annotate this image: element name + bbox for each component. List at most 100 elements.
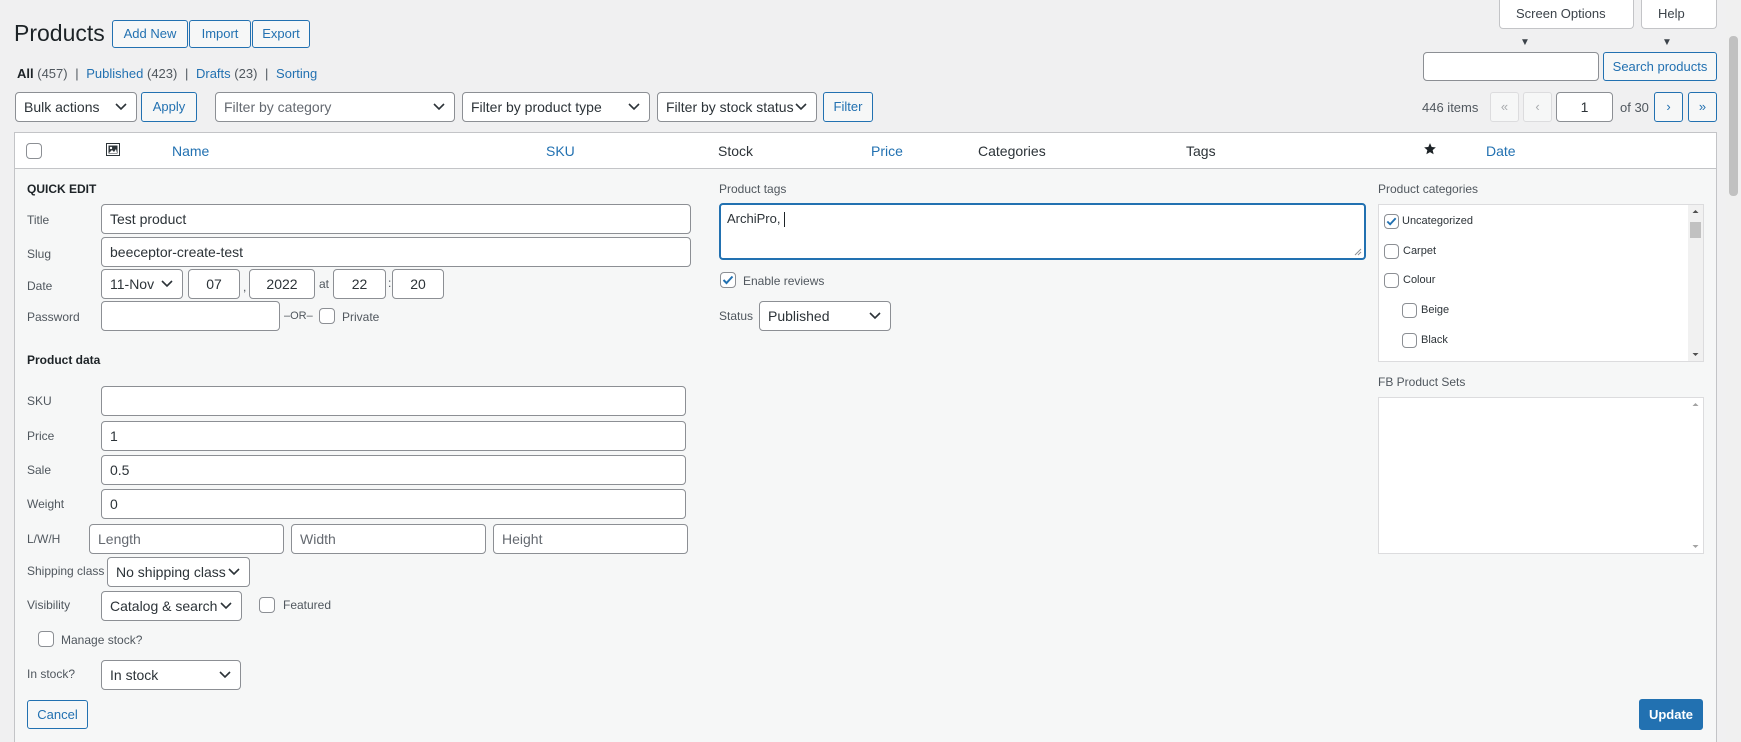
column-date[interactable]: Date [1486, 143, 1516, 159]
separator: | [184, 66, 189, 81]
select-all-checkbox[interactable] [26, 143, 42, 159]
hour-input[interactable]: 22 [333, 269, 386, 299]
shipping-class-label: Shipping class [27, 564, 105, 578]
current-page-input[interactable]: 1 [1556, 92, 1613, 122]
day-input[interactable]: 07 [188, 269, 240, 299]
column-name[interactable]: Name [172, 143, 209, 159]
month-select[interactable]: 11-Nov [101, 269, 183, 299]
chevron-down-icon [220, 592, 234, 620]
shipping-class-select[interactable]: No shipping class [107, 557, 250, 587]
view-published[interactable]: Published (423) [86, 66, 177, 81]
year-input[interactable]: 2022 [249, 269, 315, 299]
enable-reviews-label: Enable reviews [743, 274, 825, 288]
length-input[interactable]: Length [89, 524, 284, 554]
cancel-button[interactable]: Cancel [27, 700, 88, 729]
chevron-down-icon [628, 93, 642, 121]
title-label: Title [27, 213, 50, 227]
category-label-colour: Colour [1403, 274, 1436, 286]
chevron-down-icon [228, 558, 242, 586]
screen-options-button[interactable]: Screen Options ▼ [1499, 0, 1634, 48]
title-input[interactable]: Test product [101, 204, 691, 234]
scrollbar-thumb[interactable] [1690, 222, 1701, 238]
sku-input[interactable] [101, 386, 686, 416]
page-scrollbar-thumb[interactable] [1729, 36, 1738, 196]
scroll-down-arrow-icon[interactable] [1688, 349, 1703, 361]
view-sorting[interactable]: Sorting [276, 66, 317, 81]
column-sku[interactable]: SKU [546, 143, 575, 159]
bulk-actions-select[interactable]: Bulk actions [15, 92, 137, 122]
weight-input[interactable]: 0 [101, 489, 686, 519]
search-input[interactable] [1423, 52, 1599, 81]
column-price[interactable]: Price [871, 143, 903, 159]
manage-stock-label: Manage stock? [61, 633, 143, 647]
filter-product-type-select[interactable]: Filter by product type [462, 92, 650, 122]
update-button[interactable]: Update [1639, 699, 1703, 730]
price-input[interactable]: 1 [101, 421, 686, 451]
scroll-up-arrow-icon[interactable] [1688, 398, 1703, 410]
image-icon [106, 143, 120, 159]
password-input[interactable] [101, 301, 280, 331]
last-page-button[interactable]: » [1688, 92, 1717, 122]
chevron-down-icon [219, 661, 233, 689]
first-page-button: « [1490, 92, 1519, 122]
categories-scrollbar[interactable] [1688, 205, 1703, 361]
visibility-select[interactable]: Catalog & search [101, 591, 242, 621]
enable-reviews-checkbox[interactable] [720, 272, 736, 288]
sale-input[interactable]: 0.5 [101, 455, 686, 485]
search-products-button[interactable]: Search products [1603, 52, 1717, 81]
total-pages: of 30 [1620, 100, 1649, 115]
export-button[interactable]: Export [252, 20, 310, 48]
status-label: Status [719, 309, 754, 323]
stock-status-select[interactable]: In stock [101, 660, 241, 690]
category-checkbox-carpet[interactable] [1384, 244, 1399, 259]
scroll-up-arrow-icon[interactable] [1688, 205, 1703, 217]
view-drafts[interactable]: Drafts (23) [196, 66, 257, 81]
column-stock: Stock [718, 143, 754, 159]
date-comma: , [243, 280, 247, 294]
weight-label: Weight [27, 497, 65, 511]
category-checkbox-black[interactable] [1402, 333, 1417, 348]
table-header [14, 132, 1717, 169]
star-icon[interactable] [1423, 142, 1437, 159]
filter-button[interactable]: Filter [823, 92, 873, 122]
text-cursor [784, 212, 786, 228]
fb-sets-scrollbar[interactable] [1688, 398, 1703, 553]
prev-page-button: ‹ [1523, 92, 1552, 122]
category-checkbox-colour[interactable] [1384, 273, 1399, 288]
view-all[interactable]: All (457) [17, 66, 68, 81]
height-input[interactable]: Height [493, 524, 688, 554]
category-checkbox-uncategorized[interactable] [1384, 214, 1399, 229]
page-scrollbar[interactable] [1726, 0, 1741, 742]
next-page-button[interactable]: › [1654, 92, 1683, 122]
filter-category-select[interactable]: Filter by category [215, 92, 455, 122]
separator: | [265, 66, 269, 81]
sale-label: Sale [27, 463, 52, 477]
import-button[interactable]: Import [189, 20, 251, 48]
help-button[interactable]: Help ▼ [1641, 0, 1717, 48]
caret-down-icon: ▼ [1662, 37, 1672, 48]
slug-input[interactable]: beeceptor-create-test [101, 237, 691, 267]
or-separator: –OR– [284, 310, 313, 322]
column-tags: Tags [1186, 143, 1216, 159]
product-data-heading: Product data [27, 353, 101, 367]
status-select[interactable]: Published [759, 301, 891, 331]
featured-checkbox[interactable] [259, 597, 275, 613]
width-input[interactable]: Width [291, 524, 486, 554]
apply-button[interactable]: Apply [141, 92, 197, 122]
minute-input[interactable]: 20 [392, 269, 444, 299]
chevron-down-icon [115, 93, 129, 121]
resize-grip-icon[interactable] [1354, 248, 1362, 256]
manage-stock-checkbox[interactable] [38, 631, 54, 647]
chevron-down-icon [161, 270, 175, 298]
product-tags-textarea[interactable]: ArchiPro, [719, 203, 1366, 260]
add-new-button[interactable]: Add New [112, 20, 188, 48]
filter-stock-status-select[interactable]: Filter by stock status [657, 92, 817, 122]
scroll-down-arrow-icon[interactable] [1688, 541, 1703, 553]
category-checkbox-beige[interactable] [1402, 303, 1417, 318]
quick-edit-heading: QUICK EDIT [27, 182, 97, 196]
private-checkbox[interactable] [319, 308, 335, 324]
caret-down-icon: ▼ [1520, 37, 1530, 48]
category-label-black: Black [1421, 334, 1448, 346]
category-label-carpet: Carpet [1403, 245, 1437, 257]
price-label: Price [27, 429, 55, 443]
